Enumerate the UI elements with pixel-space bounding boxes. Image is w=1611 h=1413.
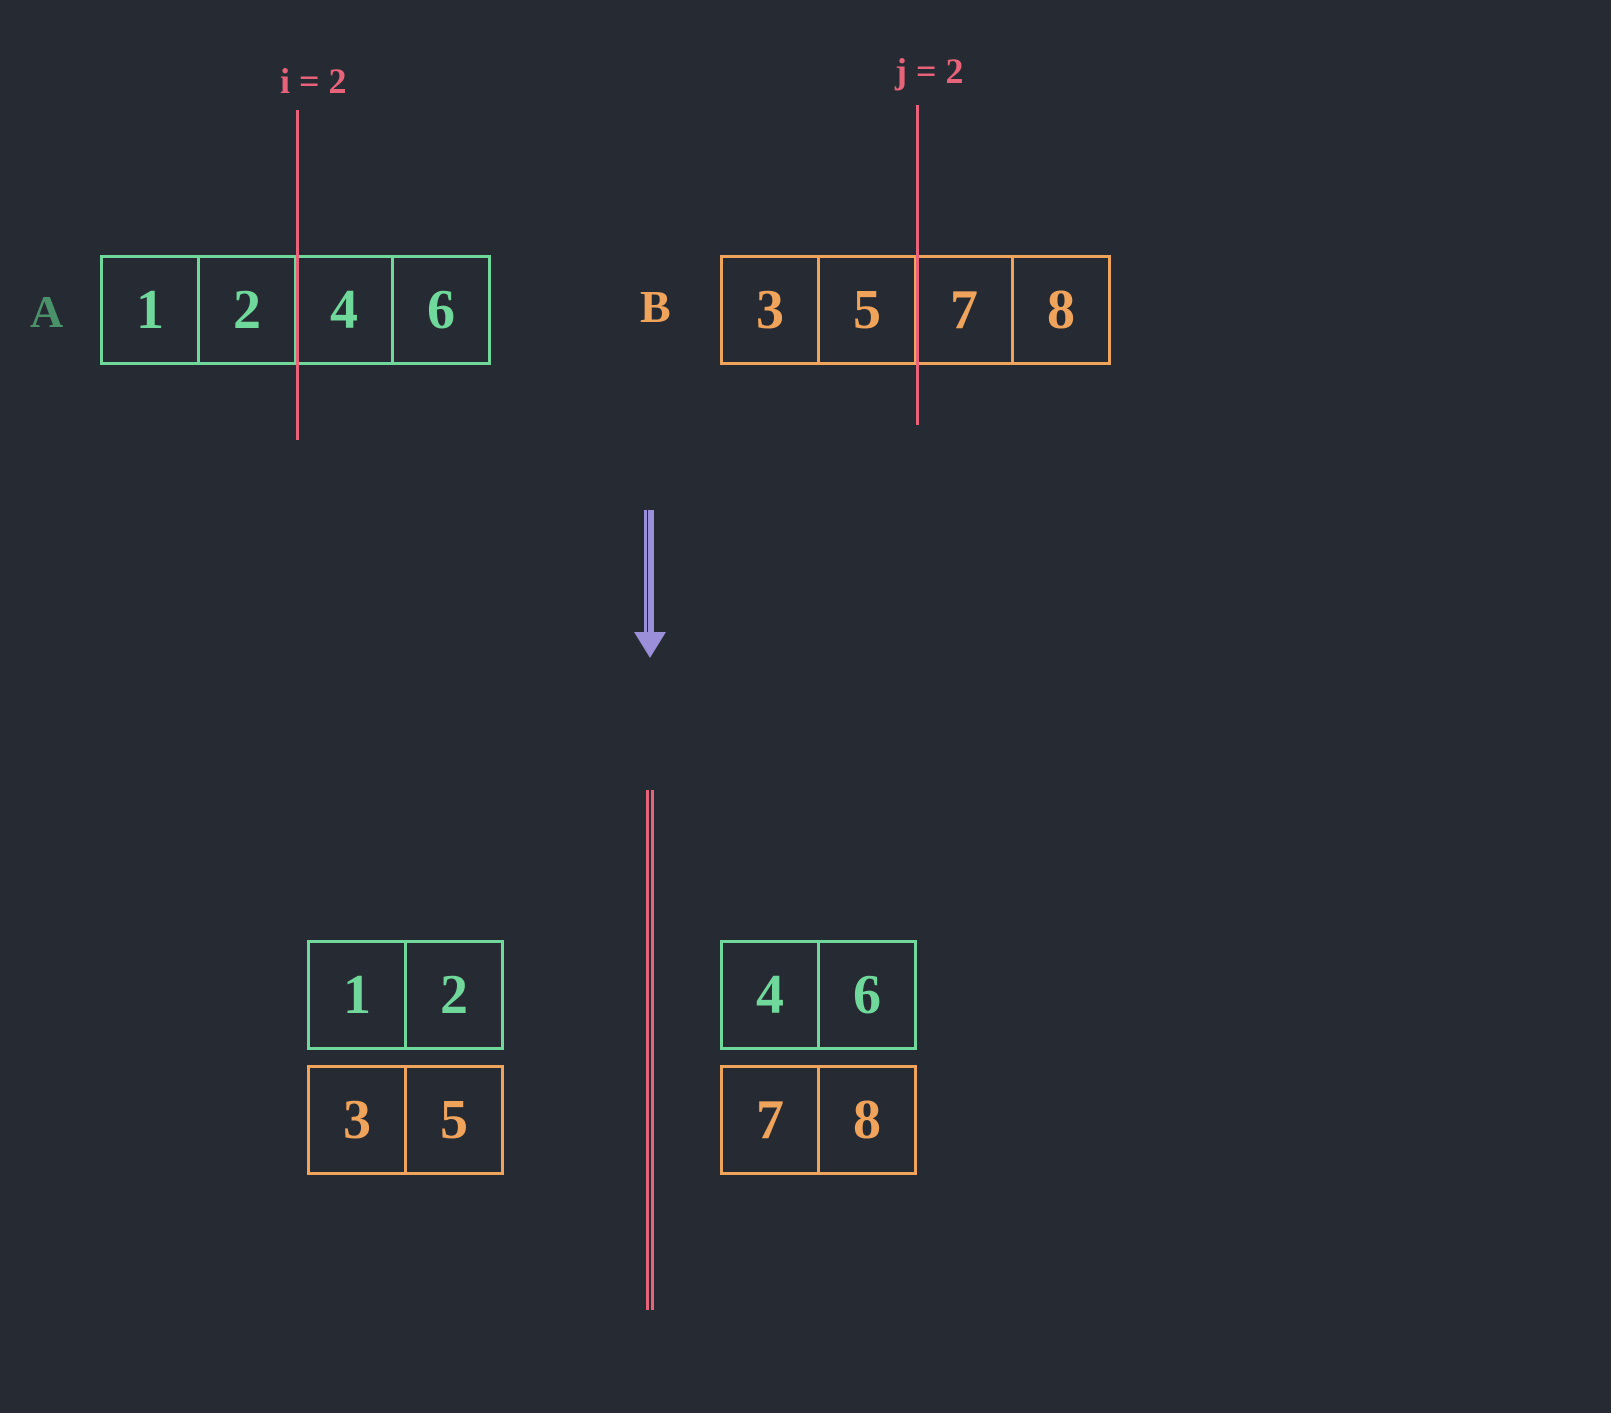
split-cell: 1 xyxy=(307,940,407,1050)
arrow-down-icon xyxy=(648,510,654,640)
index-j-label: j = 2 xyxy=(895,50,964,92)
array-b-cell: 7 xyxy=(914,255,1014,365)
split-cell: 3 xyxy=(307,1065,407,1175)
index-i-label: i = 2 xyxy=(280,60,347,102)
split-cell: 8 xyxy=(817,1065,917,1175)
split-cell: 7 xyxy=(720,1065,820,1175)
array-a-cell: 2 xyxy=(197,255,297,365)
split-left-top: 1 2 xyxy=(307,940,504,1050)
split-cell: 4 xyxy=(720,940,820,1050)
divider-i xyxy=(296,110,299,440)
split-cell: 6 xyxy=(817,940,917,1050)
array-a-cell: 1 xyxy=(100,255,200,365)
array-a-cell: 4 xyxy=(294,255,394,365)
split-left-bot: 3 5 xyxy=(307,1065,504,1175)
array-a-label: A xyxy=(30,285,63,338)
split-right-bot: 7 8 xyxy=(720,1065,917,1175)
array-b-cell: 5 xyxy=(817,255,917,365)
split-right-top: 4 6 xyxy=(720,940,917,1050)
split-cell: 2 xyxy=(404,940,504,1050)
divider-center xyxy=(646,790,649,1310)
split-cell: 5 xyxy=(404,1065,504,1175)
divider-j xyxy=(916,105,919,425)
array-a-cell: 6 xyxy=(391,255,491,365)
array-b-cell: 3 xyxy=(720,255,820,365)
array-b-cell: 8 xyxy=(1011,255,1111,365)
array-b-label: B xyxy=(640,280,671,333)
